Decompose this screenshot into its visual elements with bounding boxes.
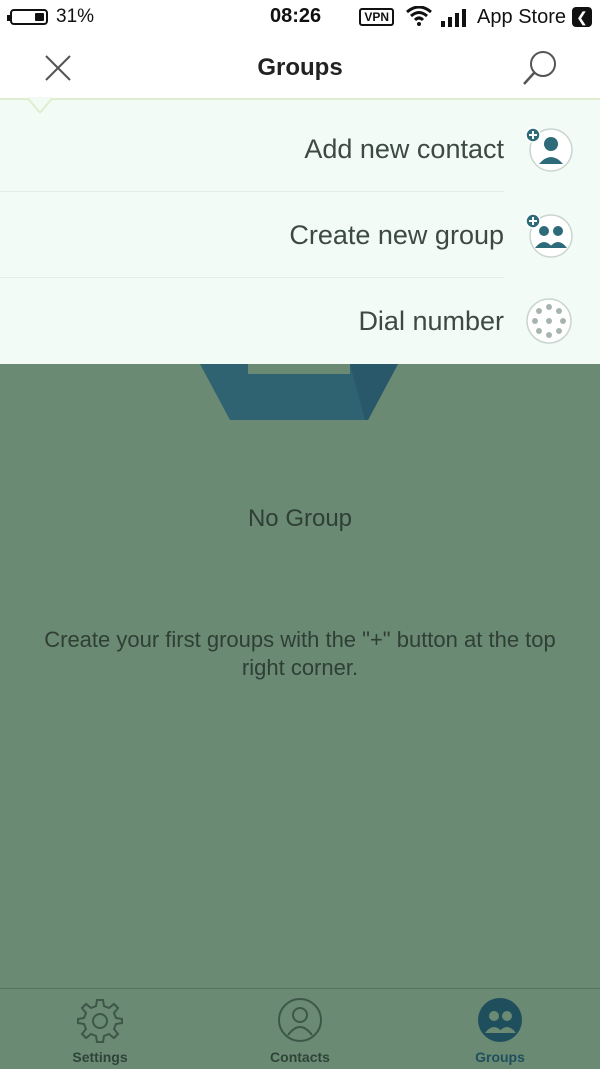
search-icon[interactable] (518, 46, 562, 90)
groups-icon (478, 998, 522, 1042)
navigation-bar: Groups (0, 34, 600, 98)
tab-groups[interactable]: Groups (400, 989, 600, 1069)
status-bar: ❮ App Store VPN 08:26 31% (0, 0, 600, 34)
menu-item-add-contact[interactable]: Add new contact (0, 106, 600, 192)
cellular-signal-icon (441, 9, 466, 27)
empty-state-description: Create your first groups with the "+" bu… (44, 627, 556, 680)
status-time: 08:26 (270, 5, 322, 27)
contacts-icon (278, 998, 322, 1042)
battery-icon (7, 9, 48, 25)
menu-item-label: Create new group (289, 220, 504, 250)
empty-folder-illustration (200, 364, 398, 420)
tab-bar: Groups Contacts Settings (0, 988, 600, 1069)
back-arrow-icon[interactable]: ❮ (572, 7, 592, 27)
wifi-icon (406, 6, 432, 26)
add-group-icon (525, 213, 573, 258)
add-menu: Add new contact Create new group Dial nu… (0, 97, 600, 364)
tab-label: Contacts (270, 1049, 330, 1065)
menu-item-dial-number[interactable]: Dial number (0, 278, 600, 364)
dial-pad-icon (526, 298, 572, 344)
tab-label: Groups (475, 1049, 525, 1065)
empty-state-title: No Group (247, 505, 353, 532)
menu-item-create-group[interactable]: Create new group (0, 192, 600, 278)
tab-contacts[interactable]: Contacts (200, 989, 400, 1069)
page-title: Groups (257, 54, 343, 81)
gear-icon (77, 999, 123, 1043)
menu-item-label: Add new contact (304, 134, 504, 164)
menu-item-label: Dial number (358, 306, 504, 336)
tab-settings[interactable]: Settings (0, 989, 200, 1069)
tab-label: Settings (72, 1049, 128, 1065)
battery-percent: 31% (56, 6, 95, 27)
add-contact-icon (525, 127, 573, 172)
back-to-app-label[interactable]: App Store (477, 6, 566, 29)
vpn-badge: VPN (359, 8, 394, 26)
